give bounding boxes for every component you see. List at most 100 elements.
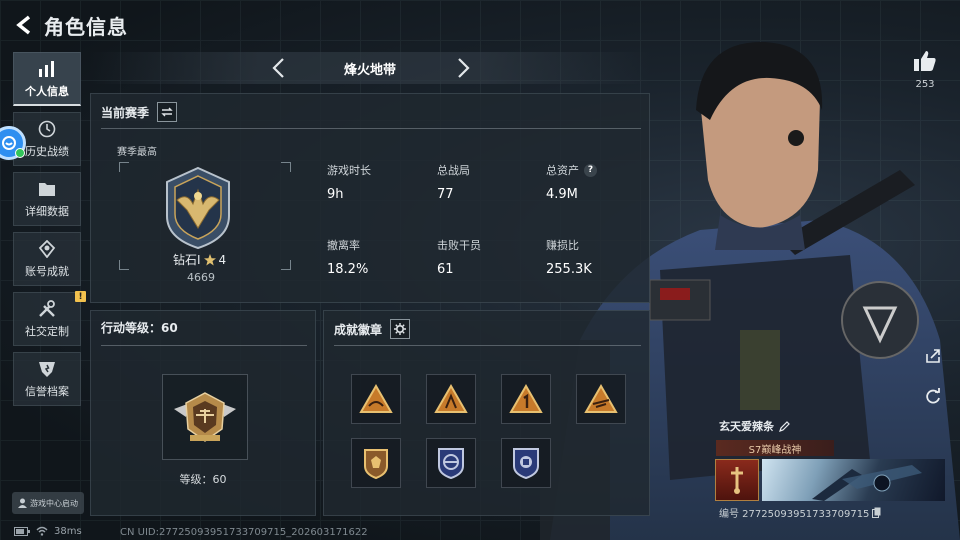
stat-total-assets: 总资产 ? 4.9M — [546, 162, 597, 202]
stat-label: 撤离率 — [327, 239, 360, 252]
like-count: 253 — [915, 79, 935, 90]
stat-value: 9h — [327, 187, 344, 202]
medal-slot[interactable] — [351, 374, 401, 424]
share-icon — [926, 349, 940, 363]
stat-label: 总资产 — [546, 164, 579, 177]
game-center-label: 游戏中心启动 — [30, 498, 78, 508]
back-arrow-icon — [16, 15, 31, 35]
medal-slot[interactable] — [576, 374, 626, 424]
game-center-launch-button[interactable]: 游戏中心启动 — [12, 492, 84, 514]
swap-icon — [161, 107, 173, 117]
share-button[interactable] — [922, 345, 944, 367]
stat-value: 61 — [437, 262, 454, 277]
battery-icon — [14, 526, 30, 536]
page-title: 角色信息 — [44, 14, 128, 39]
edit-pencil-icon[interactable] — [779, 420, 790, 432]
user-icon — [18, 498, 27, 508]
star-icon — [203, 253, 216, 265]
triangle-medal-icon — [584, 384, 618, 413]
mode-switcher: 烽火地带 — [90, 52, 650, 84]
action-level-header: 行动等级：60 — [101, 319, 178, 336]
stat-label: 总战局 — [437, 164, 470, 177]
level-text: 等级：60 — [179, 473, 227, 486]
like-button[interactable]: 253 — [910, 50, 940, 90]
sidebar: 个人信息 历史战绩 详细数据 账号成就 ! 社交定制 信誉档案 — [13, 52, 86, 412]
sidebar-item-label: 社交定制 — [25, 325, 69, 338]
refresh-icon — [926, 388, 940, 404]
card-banner[interactable] — [762, 459, 945, 501]
alert-badge: ! — [75, 291, 86, 302]
stat-value: 18.2% — [327, 262, 369, 277]
chevron-right-icon — [458, 58, 470, 78]
tools-icon — [36, 299, 58, 319]
uid-text: CN UID:27725093951733709715_202603171622 — [120, 527, 368, 538]
mode-title: 烽火地带 — [343, 62, 396, 78]
stat-label-row: 总资产 ? — [546, 162, 597, 178]
sidebar-item-credit-record[interactable]: 信誉档案 — [13, 352, 81, 406]
season-best-label: 赛季最高 — [117, 147, 157, 158]
chevron-left-icon — [272, 58, 284, 78]
ping-value: 38ms — [54, 525, 82, 537]
sidebar-item-label: 账号成就 — [25, 265, 69, 278]
section-divider — [101, 345, 307, 346]
current-season-title: 当前赛季 — [101, 105, 150, 120]
medal-settings-button[interactable] — [390, 319, 411, 339]
refresh-button[interactable] — [922, 385, 944, 407]
switch-season-button[interactable] — [157, 102, 178, 122]
stat-play-time: 游戏时长 9h — [327, 162, 371, 202]
sidebar-item-achievements[interactable]: 账号成就 — [13, 232, 81, 286]
level-emblem-icon — [174, 392, 236, 442]
sidebar-item-label: 详细数据 — [25, 205, 69, 218]
rank-name: 钻石Ⅰ 4 — [173, 251, 226, 268]
stat-extract-rate: 撤离率 18.2% — [327, 237, 368, 277]
shield-icon — [36, 359, 58, 379]
medal-slot[interactable] — [426, 374, 476, 424]
card-id-row: 编号 27725093951733709715 — [719, 505, 881, 520]
sword-emblem-icon — [731, 467, 743, 494]
current-season-panel: 当前赛季 赛季最高 钻石Ⅰ 4 4669 游戏时长 9h 总战局 77 总资产 … — [90, 93, 650, 303]
section-divider — [101, 128, 641, 129]
player-name: 玄天爱辣条 — [719, 420, 774, 433]
medals-title: 成就徽章 — [334, 322, 383, 337]
rank-score: 4669 — [187, 271, 215, 284]
stat-total-matches: 总战局 77 — [437, 162, 470, 202]
level-emblem-box[interactable] — [162, 374, 248, 460]
action-level-panel: 行动等级：60 等级：60 — [90, 310, 316, 516]
prev-mode-button[interactable] — [266, 56, 290, 80]
online-dot — [15, 148, 25, 158]
triangle-medal-icon — [509, 384, 543, 413]
help-icon[interactable]: ? — [584, 163, 597, 177]
sidebar-item-label: 历史战绩 — [25, 145, 69, 158]
achievement-medals-panel: 成就徽章 — [323, 310, 650, 516]
current-season-header: 当前赛季 — [101, 102, 178, 122]
medal-slot[interactable] — [501, 374, 551, 424]
diamond-rank-emblem-icon — [166, 166, 230, 250]
medal-slot[interactable] — [351, 438, 401, 488]
sidebar-item-personal-info[interactable]: 个人信息 — [13, 52, 81, 106]
folder-icon — [36, 179, 58, 199]
clock-icon — [36, 119, 58, 139]
back-button[interactable] — [10, 11, 38, 39]
player-title-tag: S7巅峰战神 — [716, 440, 834, 456]
next-mode-button[interactable] — [452, 56, 476, 80]
stat-label: 游戏时长 — [327, 164, 371, 177]
copy-icon[interactable] — [872, 507, 881, 518]
stat-value: 255.3K — [546, 262, 592, 277]
player-name-row: 玄天爱辣条 — [719, 418, 790, 434]
wifi-icon — [36, 526, 48, 536]
triangle-medal-icon — [359, 384, 393, 413]
section-divider — [334, 345, 641, 346]
triangle-medal-icon — [434, 384, 468, 413]
stat-label: 击败干员 — [437, 239, 481, 252]
stat-operators-defeated: 击败干员 61 — [437, 237, 481, 277]
sidebar-item-label: 个人信息 — [25, 84, 69, 98]
medal-slot[interactable] — [426, 438, 476, 488]
medal-slot[interactable] — [501, 438, 551, 488]
rank-tier: 钻石Ⅰ — [173, 253, 201, 267]
card-emblem[interactable] — [715, 459, 759, 501]
sidebar-item-label: 信誉档案 — [25, 385, 69, 398]
status-bar: 38ms — [14, 524, 82, 538]
action-level-title: 行动等级：60 — [101, 321, 178, 335]
sidebar-item-detailed-data[interactable]: 详细数据 — [13, 172, 81, 226]
sidebar-item-social-custom[interactable]: ! 社交定制 — [13, 291, 86, 346]
